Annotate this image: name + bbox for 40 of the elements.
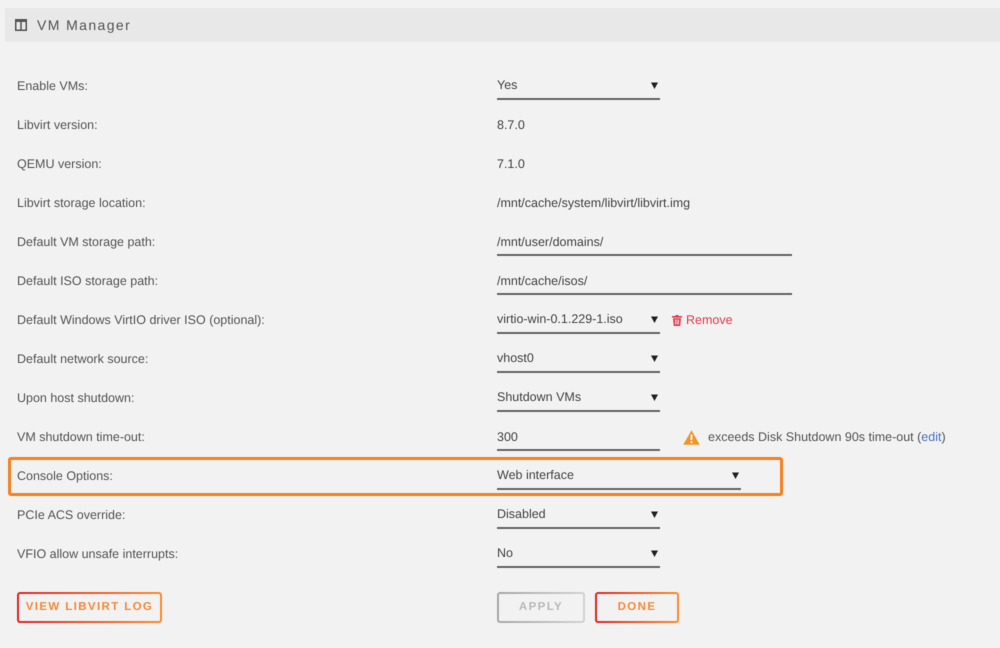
- edit-link[interactable]: edit: [921, 430, 942, 444]
- caret-icon: [732, 472, 739, 479]
- warning-icon: [683, 430, 700, 445]
- setting-label: Libvirt version:: [17, 117, 99, 134]
- setting-value: /mnt/cache/system/libvirt/libvirt.img: [497, 195, 690, 212]
- input-field[interactable]: /mnt/cache/isos/: [497, 268, 792, 294]
- columns-icon: [15, 19, 27, 31]
- setting-label: Default Windows VirtIO driver ISO (optional):: [17, 312, 266, 330]
- dropdown[interactable]: virtio-win-0.1.229-1.iso: [497, 308, 660, 334]
- caret-icon: [651, 355, 658, 362]
- setting-label: Default ISO storage path:: [17, 273, 160, 290]
- warning-message: exceeds Disk Shutdown 90s time-out (edit): [708, 429, 946, 446]
- remove-button[interactable]: Remove: [672, 311, 733, 330]
- setting-label: Default network source:: [17, 351, 150, 368]
- setting-label: VFIO allow unsafe interrupts:: [17, 546, 180, 564]
- setting-label: Enable VMs:: [17, 78, 89, 96]
- dropdown[interactable]: Web interface: [497, 464, 741, 490]
- dropdown[interactable]: vhost0: [497, 346, 660, 372]
- setting-label: PCIe ACS override:: [17, 507, 126, 524]
- dropdown[interactable]: Shutdown VMs: [497, 386, 660, 412]
- dropdown[interactable]: No: [497, 542, 660, 568]
- setting-label: Console Options:: [17, 468, 114, 486]
- caret-icon: [651, 316, 658, 323]
- setting-label: QEMU version:: [17, 156, 103, 174]
- setting-label: Default VM storage path:: [17, 234, 156, 252]
- setting-label: Upon host shutdown:: [17, 390, 136, 408]
- setting-value: 8.7.0: [497, 117, 525, 134]
- caret-icon: [651, 394, 658, 401]
- input-field[interactable]: /mnt/user/domains/: [497, 230, 792, 256]
- setting-value: 7.1.0: [497, 156, 525, 174]
- trash-icon: [672, 315, 682, 326]
- dropdown[interactable]: Disabled: [497, 502, 660, 528]
- panel-title: VM Manager: [37, 16, 132, 35]
- caret-icon: [651, 511, 658, 518]
- setting-label: Libvirt storage location:: [17, 195, 147, 212]
- input-field[interactable]: 300: [497, 424, 660, 450]
- setting-label: VM shutdown time-out:: [17, 429, 146, 446]
- caret-icon: [651, 82, 658, 89]
- caret-icon: [651, 550, 658, 557]
- dropdown[interactable]: Yes: [497, 74, 660, 100]
